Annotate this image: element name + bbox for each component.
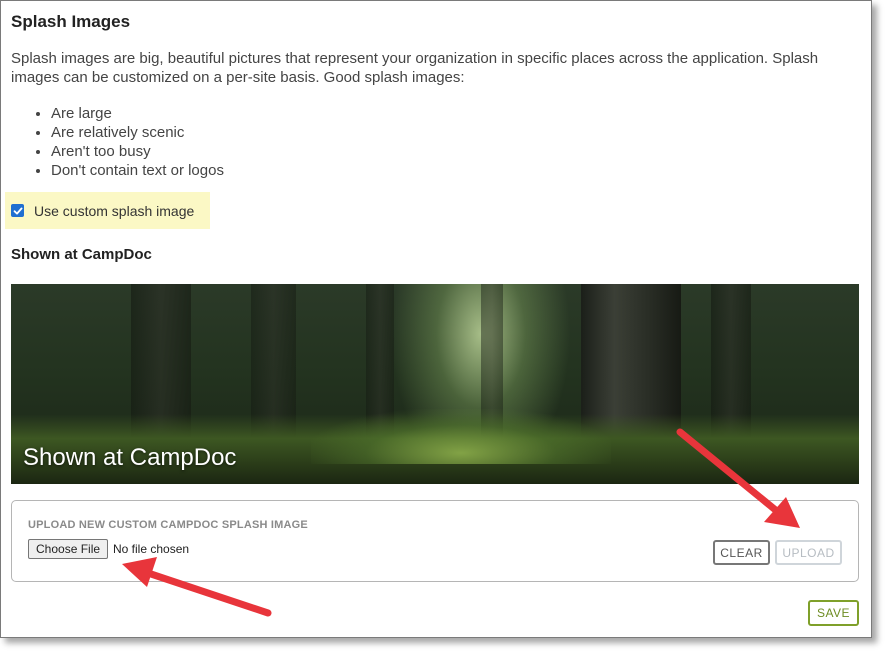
page-title: Splash Images (11, 12, 131, 31)
upload-panel: UPLOAD NEW CUSTOM CAMPDOC SPLASH IMAGE C… (11, 500, 859, 582)
custom-splash-checkbox[interactable] (11, 204, 24, 217)
splash-caption: Shown at CampDoc (23, 444, 237, 471)
upload-label: UPLOAD NEW CUSTOM CAMPDOC SPLASH IMAGE (28, 519, 308, 531)
settings-panel: Splash Images Splash images are big, bea… (0, 0, 872, 638)
criteria-list: Are large Are relatively scenic Aren't t… (33, 104, 224, 180)
upload-button[interactable]: UPLOAD (775, 540, 842, 565)
checkmark-icon (13, 207, 22, 214)
clear-button[interactable]: CLEAR (713, 540, 770, 565)
file-status-text: No file chosen (113, 542, 190, 556)
grass-patch (311, 409, 611, 464)
list-item: Don't contain text or logos (51, 161, 224, 180)
choose-file-button[interactable]: Choose File (28, 539, 109, 559)
section-heading: Shown at CampDoc (11, 246, 152, 263)
custom-splash-toggle-row[interactable]: Use custom splash image (5, 192, 210, 229)
intro-text: Splash images are big, beautiful picture… (11, 50, 819, 86)
splash-image-preview: Shown at CampDoc (11, 284, 859, 484)
list-item: Are relatively scenic (51, 123, 224, 142)
list-item: Are large (51, 104, 224, 123)
save-button[interactable]: SAVE (808, 600, 859, 626)
custom-splash-label[interactable]: Use custom splash image (34, 203, 194, 219)
list-item: Aren't too busy (51, 142, 224, 161)
